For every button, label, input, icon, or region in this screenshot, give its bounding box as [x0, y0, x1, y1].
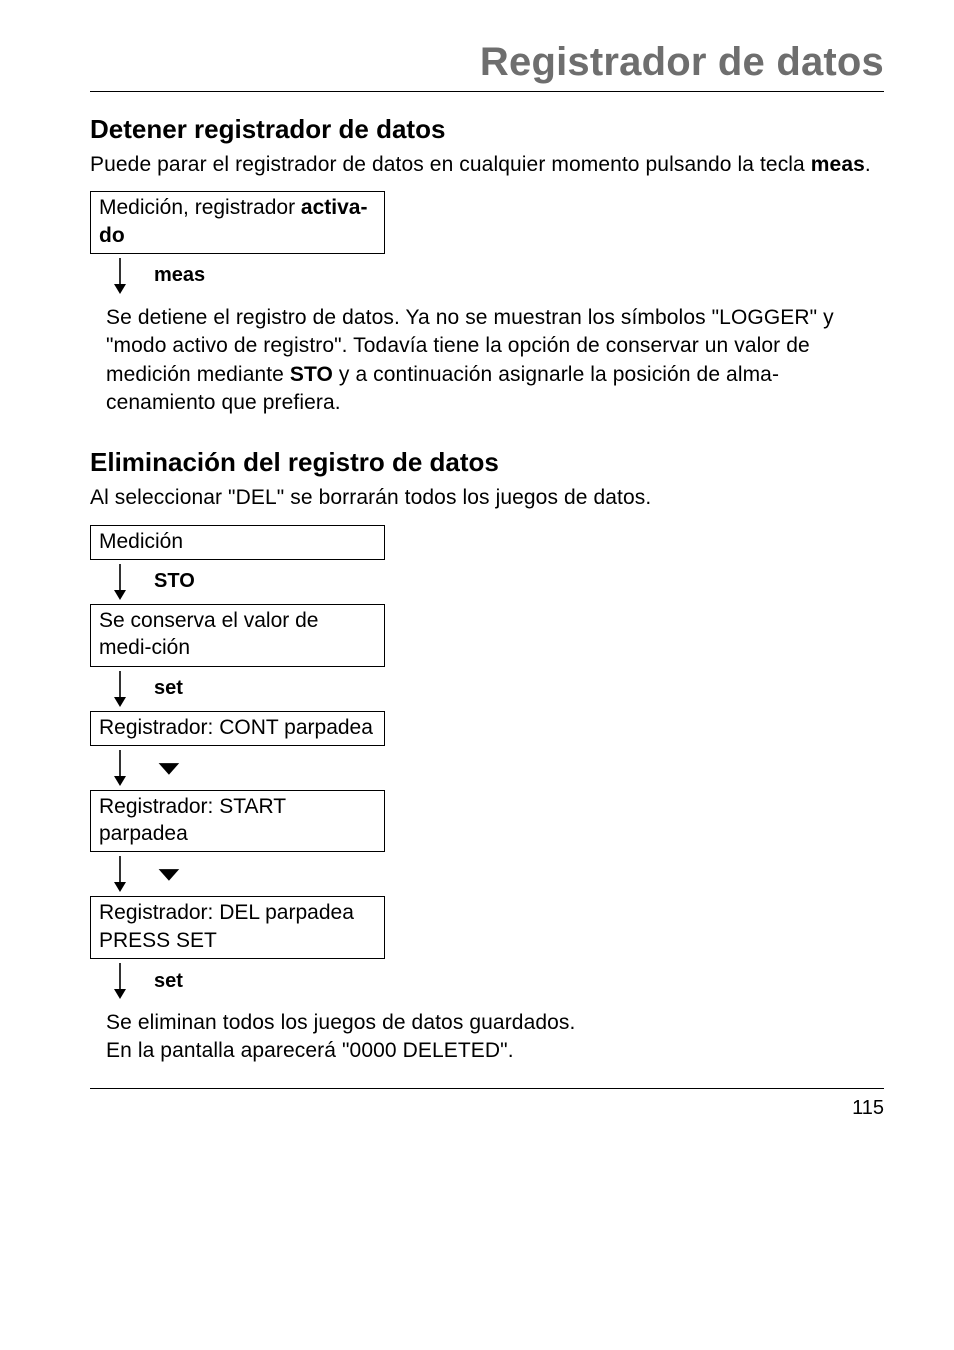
- result-stop-logger: Se detiene el registro de datos. Ya no s…: [106, 304, 884, 417]
- flow-box-medicion: Medición: [90, 525, 385, 560]
- intro-pre: Puede parar el registrador de datos en c…: [90, 153, 811, 176]
- arrow-row-set-1: set: [90, 669, 884, 709]
- arrow-row-set-2: set: [90, 961, 884, 1001]
- intro-delete-logger: Al seleccionar "DEL" se borrarán todos l…: [90, 484, 884, 512]
- arrow-row-sto: STO: [90, 562, 884, 602]
- triangle-down-icon: ▼: [151, 865, 186, 885]
- title-rule: [90, 91, 884, 92]
- heading-stop-logger: Detener registrador de datos: [90, 114, 884, 145]
- intro-stop-logger: Puede parar el registrador de datos en c…: [90, 151, 884, 179]
- arrow-label-set-1: set: [154, 677, 183, 700]
- result-line-1: Se eliminan todos los juegos de datos gu…: [106, 1009, 884, 1037]
- arrow-row-meas: meas: [90, 256, 884, 296]
- footer-rule: [90, 1088, 884, 1089]
- arrow-label-meas: meas: [154, 264, 205, 287]
- page-title: Registrador de datos: [90, 40, 884, 85]
- flow-box-conserva: Se conserva el valor de medi-ción: [90, 604, 385, 667]
- intro-bold: meas: [811, 153, 865, 176]
- page-number: 115: [90, 1097, 884, 1120]
- flow-box-del: Registrador: DEL parpadea PRESS SET: [90, 896, 385, 959]
- flow-box-measurement-active: Medición, registrador activa-do: [90, 191, 385, 254]
- down-arrow-icon: [108, 748, 132, 788]
- result-bold: STO: [290, 363, 333, 386]
- arrow-label-set-2: set: [154, 970, 183, 993]
- flow-box-start: Registrador: START parpadea: [90, 790, 385, 853]
- arrow-label-sto: STO: [154, 570, 195, 593]
- box1-pre: Medición, registrador: [99, 196, 301, 219]
- intro-post: .: [865, 153, 871, 176]
- arrow-row-triangle-1: ▼: [90, 748, 884, 788]
- result-delete-logger: Se eliminan todos los juegos de datos gu…: [106, 1009, 884, 1066]
- down-arrow-icon: [108, 669, 132, 709]
- triangle-down-icon: ▼: [151, 758, 186, 778]
- down-arrow-icon: [108, 961, 132, 1001]
- result-line-2: En la pantalla aparecerá "0000 DELETED".: [106, 1037, 884, 1065]
- heading-delete-logger: Eliminación del registro de datos: [90, 447, 884, 478]
- down-arrow-icon: [108, 854, 132, 894]
- flow-box-cont: Registrador: CONT parpadea: [90, 711, 385, 746]
- down-arrow-icon: [108, 256, 132, 296]
- arrow-row-triangle-2: ▼: [90, 854, 884, 894]
- down-arrow-icon: [108, 562, 132, 602]
